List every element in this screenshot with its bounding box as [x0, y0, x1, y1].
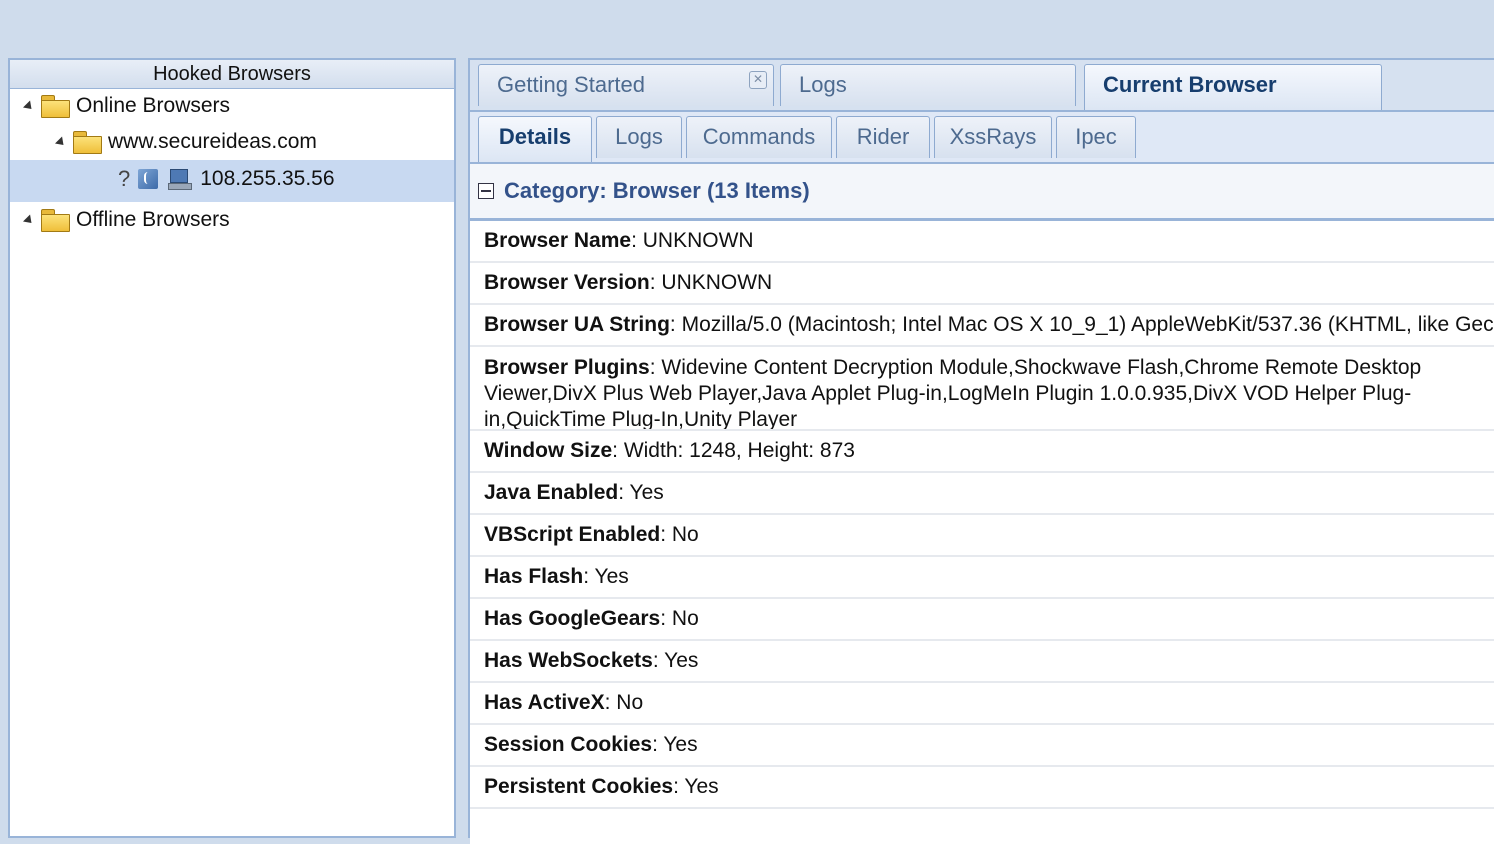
- folder-icon: [40, 209, 70, 232]
- detail-key: Has WebSockets: [484, 649, 653, 672]
- tree-node-online-browsers[interactable]: Online Browsers: [22, 94, 231, 118]
- detail-value: : Yes: [583, 565, 629, 588]
- detail-row: Has WebSockets: Yes: [470, 641, 1494, 683]
- main-panel: Getting Started ✕ Logs Current Browser D…: [468, 58, 1494, 844]
- detail-key: Browser Plugins: [484, 356, 650, 379]
- detail-key: Has ActiveX: [484, 691, 605, 714]
- folder-icon: [72, 131, 102, 154]
- detail-row: Browser Version: UNKNOWN: [470, 263, 1494, 305]
- close-icon[interactable]: ✕: [749, 71, 767, 89]
- detail-row: VBScript Enabled: No: [470, 515, 1494, 557]
- detail-row: Has GoogleGears: No: [470, 599, 1494, 641]
- hooked-browsers-panel: Hooked Browsers Online Browsers www.secu…: [8, 58, 456, 838]
- tab-label: Logs: [799, 72, 847, 97]
- subtab-label: Ipec: [1075, 124, 1117, 149]
- subtab-label: Rider: [856, 124, 910, 149]
- tree-node-hooked-browser[interactable]: ? 108.255.35.56: [118, 166, 335, 192]
- subtab-label: XssRays: [949, 124, 1037, 149]
- detail-value: : No: [660, 523, 699, 546]
- main-tab-bar: Getting Started ✕ Logs Current Browser: [470, 60, 1494, 112]
- detail-value: : Yes: [652, 733, 698, 756]
- detail-key: Browser UA String: [484, 313, 670, 336]
- detail-key: Java Enabled: [484, 481, 619, 504]
- detail-row: Persistent Cookies: Yes: [470, 767, 1494, 809]
- detail-key: Has GoogleGears: [484, 607, 661, 630]
- detail-key: Browser Name: [484, 229, 632, 252]
- tree-label: Online Browsers: [76, 94, 231, 117]
- computer-icon: [168, 169, 193, 190]
- detail-key: Persistent Cookies: [484, 775, 674, 798]
- tab-label: Current Browser: [1103, 72, 1277, 97]
- detail-row: Browser Plugins: Widevine Content Decryp…: [470, 347, 1494, 431]
- detail-value: : UNKNOWN: [649, 271, 773, 294]
- tree-node-domain[interactable]: www.secureideas.com: [54, 130, 317, 154]
- tree-label-ip: 108.255.35.56: [200, 167, 335, 190]
- detail-row: Browser UA String: Mozilla/5.0 (Macintos…: [470, 305, 1494, 347]
- sub-tab-bar: Details Logs Commands Rider XssRays Ipec: [470, 112, 1494, 164]
- detail-row: Window Size: Width: 1248, Height: 873: [470, 431, 1494, 473]
- detail-row: Browser Name: UNKNOWN: [470, 221, 1494, 263]
- folder-icon: [40, 95, 70, 118]
- detail-value: : Mozilla/5.0 (Macintosh; Intel Mac OS X…: [669, 313, 1494, 336]
- subtab-ipec[interactable]: Ipec: [1056, 116, 1136, 158]
- detail-value: : Width: 1248, Height: 873: [612, 439, 855, 462]
- detail-key: Window Size: [484, 439, 613, 462]
- tree-label: www.secureideas.com: [108, 130, 317, 153]
- category-title: Category: Browser (13 Items): [504, 178, 810, 203]
- tab-current-browser[interactable]: Current Browser: [1084, 64, 1382, 110]
- tab-logs[interactable]: Logs: [780, 64, 1076, 106]
- detail-value: : Yes: [652, 649, 699, 672]
- detail-key: Session Cookies: [484, 733, 653, 756]
- subtab-label: Commands: [702, 124, 816, 149]
- subtab-commands[interactable]: Commands: [686, 116, 832, 158]
- details-content: Category: Browser (13 Items) Browser Nam…: [470, 164, 1494, 844]
- tab-getting-started[interactable]: Getting Started ✕: [478, 64, 774, 106]
- subtab-details[interactable]: Details: [478, 116, 592, 162]
- detail-row: Java Enabled: Yes: [470, 473, 1494, 515]
- detail-row: Has ActiveX: No: [470, 683, 1494, 725]
- detail-value: : No: [604, 691, 644, 714]
- category-header[interactable]: Category: Browser (13 Items): [470, 164, 1494, 221]
- subtab-logs[interactable]: Logs: [596, 116, 682, 158]
- detail-row: Has Flash: Yes: [470, 557, 1494, 599]
- detail-row: Session Cookies: Yes: [470, 725, 1494, 767]
- detail-key: VBScript Enabled: [484, 523, 661, 546]
- expand-arrow-icon[interactable]: [54, 135, 68, 149]
- detail-value: : Yes: [673, 775, 719, 798]
- subtab-xssrays[interactable]: XssRays: [934, 116, 1052, 158]
- detail-key: Has Flash: [484, 565, 584, 588]
- subtab-rider[interactable]: Rider: [836, 116, 930, 158]
- detail-value: : No: [660, 607, 699, 630]
- subtab-label: Logs: [615, 124, 663, 149]
- mac-os-icon: [138, 169, 159, 189]
- detail-value: : Yes: [618, 481, 664, 504]
- tree-node-offline-browsers[interactable]: Offline Browsers: [22, 208, 230, 232]
- detail-value: : UNKNOWN: [631, 229, 754, 252]
- tree-label: Offline Browsers: [76, 208, 230, 231]
- expand-arrow-icon[interactable]: [22, 213, 36, 227]
- expand-arrow-icon[interactable]: [22, 99, 36, 113]
- unknown-browser-icon: ?: [118, 166, 131, 191]
- collapse-icon[interactable]: [478, 183, 494, 199]
- subtab-label: Details: [498, 124, 572, 149]
- detail-key: Browser Version: [484, 271, 650, 294]
- panel-title: Hooked Browsers: [10, 60, 454, 89]
- tab-label: Getting Started: [497, 72, 645, 97]
